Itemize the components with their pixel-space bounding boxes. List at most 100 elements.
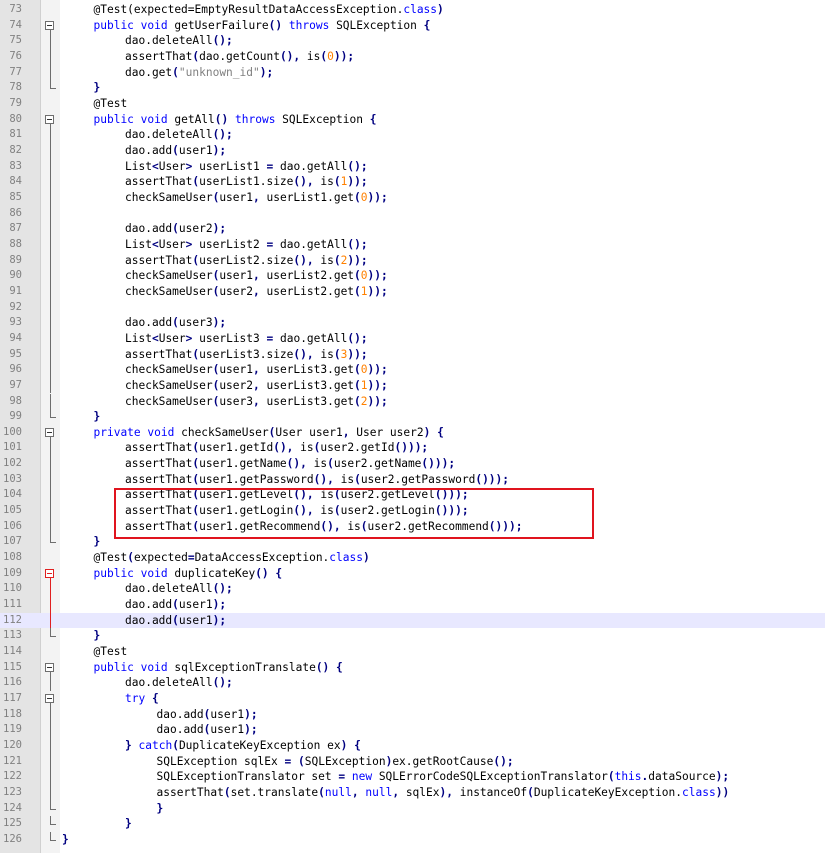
code-line[interactable]: 87 dao.add(user2); bbox=[0, 221, 825, 237]
code-text[interactable]: dao.add(user1); bbox=[125, 597, 226, 613]
code-line[interactable]: 108 @Test(expected=DataAccessException.cl… bbox=[0, 550, 825, 566]
code-line[interactable]: 94 List<User> userList3 = dao.getAll(); bbox=[0, 330, 825, 347]
code-text[interactable]: public void getAll() throws SQLException… bbox=[94, 112, 377, 128]
code-line[interactable]: 118 dao.add(user1); bbox=[0, 706, 825, 723]
code-line[interactable]: 90 checkSameUser(user1, userList2.get(0))… bbox=[0, 268, 825, 284]
fold-collapse-icon[interactable] bbox=[41, 660, 60, 676]
code-line[interactable]: 81 dao.deleteAll(); bbox=[0, 127, 825, 143]
code-text[interactable]: assertThat(userList3.size(), is(3)); bbox=[125, 347, 368, 363]
code-line[interactable]: 98 checkSameUser(user3, userList3.get(2))… bbox=[0, 393, 825, 410]
code-text[interactable]: @Test bbox=[94, 644, 128, 660]
code-line[interactable]: 80 public void getAll() throws SQLExcepti… bbox=[0, 112, 825, 128]
code-text[interactable]: dao.deleteAll(); bbox=[125, 127, 233, 143]
code-text[interactable]: } bbox=[125, 816, 132, 832]
code-text[interactable]: } bbox=[94, 80, 101, 96]
code-text[interactable]: checkSameUser(user1, userList1.get(0)); bbox=[125, 190, 388, 206]
code-text[interactable]: } bbox=[94, 409, 101, 425]
code-text[interactable]: checkSameUser(user2, userList3.get(1)); bbox=[125, 378, 388, 394]
code-line[interactable]: 86 bbox=[0, 205, 825, 222]
code-line[interactable]: 116 dao.deleteAll(); bbox=[0, 675, 825, 692]
code-text[interactable]: } bbox=[94, 628, 101, 644]
code-text[interactable]: @Test(expected=DataAccessException.class… bbox=[94, 550, 370, 566]
code-line[interactable]: 73 @Test(expected=EmptyResultDataAccessEx… bbox=[0, 2, 825, 18]
code-text[interactable]: dao.deleteAll(); bbox=[125, 581, 233, 597]
code-line[interactable]: 112 dao.add(user1); bbox=[0, 612, 825, 629]
code-line[interactable]: 74 public void getUserFailure() throws SQ… bbox=[0, 18, 825, 34]
code-text[interactable]: dao.add(user1); bbox=[157, 722, 258, 738]
code-line[interactable]: 100 private void checkSameUser(User user1… bbox=[0, 425, 825, 441]
code-text[interactable]: checkSameUser(user1, userList3.get(0)); bbox=[125, 362, 388, 378]
code-text[interactable]: dao.add(user1); bbox=[125, 613, 226, 629]
code-text[interactable]: assertThat(user1.getRecommend(), is(user… bbox=[125, 519, 522, 535]
code-line[interactable]: 111 dao.add(user1); bbox=[0, 597, 825, 613]
code-line[interactable]: 96 checkSameUser(user1, userList3.get(0))… bbox=[0, 362, 825, 378]
fold-collapse-icon[interactable] bbox=[41, 425, 60, 441]
code-text[interactable]: @Test(expected=EmptyResultDataAccessExce… bbox=[94, 2, 444, 18]
code-text[interactable]: try { bbox=[125, 691, 159, 707]
code-text[interactable]: } bbox=[157, 801, 164, 817]
code-line[interactable]: 107} bbox=[0, 534, 825, 550]
code-line[interactable]: 124} bbox=[0, 800, 825, 817]
code-line[interactable]: 120} catch(DuplicateKeyException ex) { bbox=[0, 738, 825, 754]
code-line[interactable]: 105 assertThat(user1.getLogin(), is(user2… bbox=[0, 503, 825, 519]
code-line[interactable]: 78} bbox=[0, 80, 825, 96]
code-line[interactable]: 117 try { bbox=[0, 691, 825, 708]
code-line[interactable]: 109 public void duplicateKey() { bbox=[0, 566, 825, 582]
code-text[interactable]: dao.add(user1); bbox=[157, 707, 258, 723]
fold-collapse-icon[interactable] bbox=[41, 112, 60, 128]
code-text[interactable]: private void checkSameUser(User user1, U… bbox=[94, 425, 444, 441]
code-text[interactable]: @Test bbox=[94, 96, 128, 112]
code-line[interactable]: 110 dao.deleteAll(); bbox=[0, 581, 825, 598]
code-line[interactable]: 102 assertThat(user1.getName(), is(user2.… bbox=[0, 456, 825, 472]
code-line[interactable]: 75 dao.deleteAll(); bbox=[0, 33, 825, 49]
code-line[interactable]: 101 assertThat(user1.getId(), is(user2.ge… bbox=[0, 440, 825, 457]
code-line[interactable]: 93 dao.add(user3); bbox=[0, 315, 825, 331]
fold-collapse-icon[interactable] bbox=[41, 691, 60, 708]
code-line[interactable]: 92 bbox=[0, 299, 825, 316]
code-text[interactable]: public void duplicateKey() { bbox=[94, 566, 283, 582]
code-line[interactable]: 123 assertThat(set.translate(null, null, … bbox=[0, 785, 825, 801]
fold-collapse-icon[interactable] bbox=[41, 18, 60, 34]
code-text[interactable]: dao.add(user1); bbox=[125, 143, 226, 159]
code-line[interactable]: 121 SQLException sqlEx = (SQLException)ex… bbox=[0, 753, 825, 770]
code-line[interactable]: 125} bbox=[0, 816, 825, 832]
code-text[interactable]: checkSameUser(user1, userList2.get(0)); bbox=[125, 268, 388, 284]
code-line[interactable]: 83 List<User> userList1 = dao.getAll(); bbox=[0, 158, 825, 175]
code-text[interactable]: assertThat(user1.getLogin(), is(user2.ge… bbox=[125, 503, 469, 519]
code-text[interactable]: dao.add(user2); bbox=[125, 221, 226, 237]
code-text[interactable]: public void getUserFailure() throws SQLE… bbox=[94, 18, 431, 34]
code-text[interactable]: assertThat(userList1.size(), is(1)); bbox=[125, 174, 368, 190]
code-text[interactable]: List<User> userList2 = dao.getAll(); bbox=[125, 237, 368, 253]
fold-collapse-icon[interactable] bbox=[41, 566, 60, 582]
code-text[interactable]: SQLException sqlEx = (SQLException)ex.ge… bbox=[157, 754, 514, 770]
code-line[interactable]: 77 dao.get("unknown_id"); bbox=[0, 64, 825, 81]
code-editor[interactable]: 73 @Test(expected=EmptyResultDataAccessEx… bbox=[0, 0, 825, 853]
code-line[interactable]: 84 assertThat(userList1.size(), is(1)); bbox=[0, 174, 825, 190]
code-text[interactable]: dao.deleteAll(); bbox=[125, 675, 233, 691]
code-line[interactable]: 82 dao.add(user1); bbox=[0, 142, 825, 159]
code-text[interactable]: checkSameUser(user2, userList2.get(1)); bbox=[125, 284, 388, 300]
code-text[interactable]: dao.deleteAll(); bbox=[125, 33, 233, 49]
code-line[interactable]: 103 assertThat(user1.getPassword(), is(us… bbox=[0, 471, 825, 488]
code-line[interactable]: 115 public void sqlExceptionTranslate() { bbox=[0, 660, 825, 676]
code-text[interactable]: } bbox=[94, 534, 101, 550]
code-text[interactable]: public void sqlExceptionTranslate() { bbox=[94, 660, 343, 676]
code-text[interactable]: assertThat(dao.getCount(), is(0)); bbox=[125, 49, 354, 65]
code-text[interactable]: assertThat(set.translate(null, null, sql… bbox=[157, 785, 730, 801]
code-text[interactable]: assertThat(user1.getPassword(), is(user2… bbox=[125, 472, 509, 488]
code-line[interactable]: 122 SQLExceptionTranslator set = new SQLE… bbox=[0, 769, 825, 785]
code-line[interactable]: 119 dao.add(user1); bbox=[0, 722, 825, 739]
code-line[interactable]: 126} bbox=[0, 831, 825, 848]
code-text[interactable]: assertThat(userList2.size(), is(2)); bbox=[125, 253, 368, 269]
code-line[interactable]: 99} bbox=[0, 409, 825, 425]
code-line[interactable]: 113} bbox=[0, 628, 825, 644]
code-line[interactable]: 97 checkSameUser(user2, userList3.get(1))… bbox=[0, 377, 825, 394]
code-line[interactable]: 76 assertThat(dao.getCount(), is(0)); bbox=[0, 48, 825, 65]
code-text[interactable]: List<User> userList3 = dao.getAll(); bbox=[125, 331, 368, 347]
code-line[interactable]: 106 assertThat(user1.getRecommend(), is(u… bbox=[0, 518, 825, 535]
code-line[interactable]: 85 checkSameUser(user1, userList1.get(0))… bbox=[0, 189, 825, 206]
code-line[interactable]: 114 @Test bbox=[0, 644, 825, 660]
code-text[interactable]: List<User> userList1 = dao.getAll(); bbox=[125, 159, 368, 175]
code-line[interactable]: 79 @Test bbox=[0, 96, 825, 112]
code-text[interactable]: assertThat(user1.getName(), is(user2.get… bbox=[125, 456, 455, 472]
